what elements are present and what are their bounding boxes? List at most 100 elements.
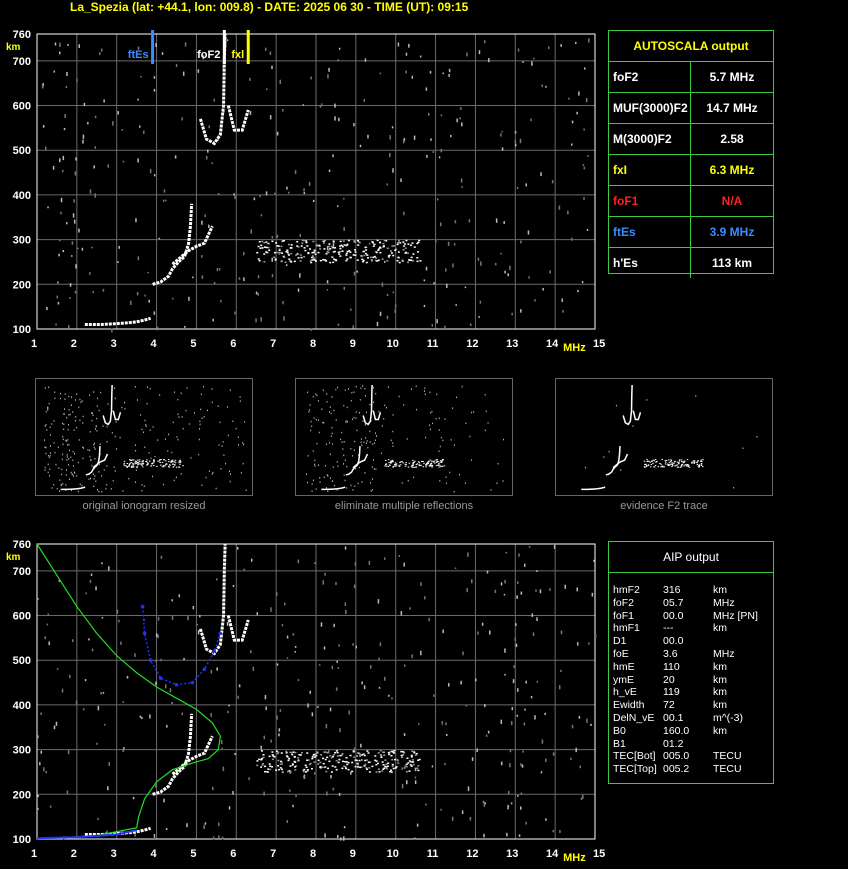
- multiple-echo-dot: [401, 259, 404, 261]
- noise-dot: [324, 833, 326, 838]
- thumb-noise-dot: [359, 399, 361, 401]
- multiple-echo-dot: [324, 758, 327, 761]
- aip-cell: foF1: [613, 609, 635, 622]
- noise-dot: [137, 256, 140, 261]
- noise-dot: [155, 633, 158, 637]
- noise-dot: [160, 555, 163, 559]
- aip-cell: km: [713, 660, 727, 673]
- thumb-band-dot: [435, 461, 438, 463]
- aip-row: hmF2 316 km: [613, 584, 773, 597]
- noise-dot: [528, 276, 530, 279]
- multiple-echo-dot: [319, 259, 322, 262]
- thumb-noise-dot: [90, 477, 92, 480]
- multiple-echo-dot: [349, 754, 352, 757]
- thumb-noise-dot: [381, 425, 383, 427]
- noise-dot: [339, 728, 341, 733]
- noise-dot: [478, 316, 480, 318]
- noise-dot: [97, 705, 100, 711]
- multiple-echo-dot: [397, 256, 400, 259]
- thumb-band-dot: [683, 465, 685, 467]
- multiple-echo-dot: [281, 771, 284, 773]
- multiple-echo-dot: [358, 752, 361, 755]
- x-tick-label: 8: [310, 848, 316, 860]
- thumb-noise-dot: [53, 420, 55, 422]
- thumb-noise-dot: [135, 469, 137, 471]
- noise-dot: [364, 58, 367, 62]
- multiple-echo-dot: [390, 252, 393, 254]
- multiple-echo-dot: [271, 751, 274, 753]
- noise-dot: [379, 311, 382, 316]
- noise-dot: [253, 197, 256, 201]
- multiple-echo-dot: [312, 240, 315, 243]
- thumb-noise-dot: [353, 449, 355, 451]
- thumb-band-dot: [128, 465, 131, 467]
- noise-dot: [584, 67, 586, 70]
- noise-dot: [271, 235, 274, 239]
- thumb-noise-dot: [317, 400, 319, 402]
- thumb-band-dot: [173, 461, 176, 463]
- noise-dot: [441, 721, 443, 725]
- thumb-noise-dot: [107, 403, 109, 405]
- noise-dot: [257, 292, 259, 296]
- noise-dot: [401, 783, 404, 789]
- noise-dot: [547, 46, 550, 50]
- noise-dot: [504, 579, 506, 584]
- noise-dot: [391, 126, 394, 129]
- thumb-noise-dot: [315, 393, 317, 395]
- multiple-echo-dot: [415, 752, 418, 755]
- noise-dot: [461, 186, 463, 188]
- thumb-band-dot: [427, 461, 430, 463]
- noise-dot: [275, 592, 278, 597]
- thumb-band-dot: [686, 459, 689, 461]
- thumb-noise-dot: [100, 391, 102, 394]
- multiple-echo-dot: [267, 768, 270, 770]
- noise-dot: [88, 638, 90, 641]
- thumb-noise-dot: [141, 490, 143, 492]
- noise-dot: [66, 72, 68, 76]
- aip-row: TEC[Bot] 005.0 TECU: [613, 750, 773, 763]
- thumb-noise-dot: [742, 447, 744, 449]
- noise-dot: [452, 263, 454, 268]
- noise-dot: [158, 237, 161, 240]
- thumb-noise-dot: [114, 435, 116, 438]
- thumb-noise-dot: [308, 411, 310, 413]
- multiple-echo-dot: [375, 763, 378, 766]
- multiple-echo-dot: [351, 770, 354, 773]
- thumb-band-dot: [415, 466, 417, 468]
- thumb-noise-dot: [63, 428, 65, 431]
- noise-dot: [221, 836, 224, 840]
- noise-dot: [221, 747, 223, 750]
- thumb-noise-dot: [359, 412, 361, 414]
- thumb-band-dot: [132, 466, 134, 468]
- thumb-band-dot: [418, 462, 421, 464]
- multiple-echo-dot: [407, 762, 410, 764]
- noise-dot: [483, 833, 485, 838]
- noise-dot: [335, 581, 337, 586]
- thumb-noise-dot: [221, 445, 223, 447]
- thumb-band-dot: [691, 461, 693, 463]
- noise-dot: [171, 297, 174, 300]
- noise-dot: [591, 592, 594, 597]
- thumb-noise-dot: [360, 438, 362, 440]
- x-tick-label: 2: [71, 338, 77, 350]
- thumb-noise-dot: [47, 463, 49, 466]
- noise-dot: [182, 71, 185, 76]
- thumb-noise-dot: [59, 479, 61, 481]
- multiple-echo-dot: [397, 240, 400, 242]
- multiple-echo-dot: [347, 768, 350, 771]
- thumb-band-dot: [437, 464, 440, 466]
- noise-dot: [582, 794, 584, 799]
- multiple-echo-dot: [330, 771, 333, 773]
- multiple-echo-dot: [393, 245, 396, 247]
- multiple-echo-dot: [393, 749, 396, 752]
- multiple-echo-dot: [313, 756, 316, 758]
- multiple-echo-dot: [394, 758, 397, 761]
- noise-dot: [515, 623, 517, 626]
- multiple-echo-dot: [382, 764, 385, 766]
- x-axis-unit-label: MHz: [563, 852, 586, 864]
- thumb-band-dot: [392, 466, 394, 468]
- noise-dot: [72, 213, 75, 218]
- thumb-band-dot: [162, 466, 165, 468]
- trace-es_layer: [84, 316, 152, 327]
- thumb-band-dot: [655, 461, 657, 463]
